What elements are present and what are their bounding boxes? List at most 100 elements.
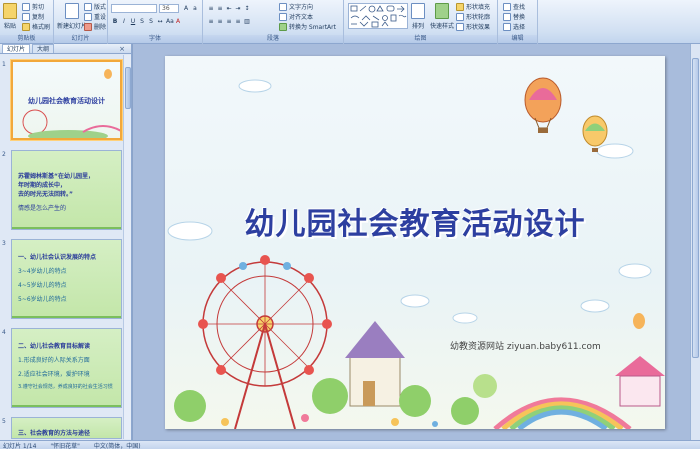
slide-number: 4 <box>2 329 6 336</box>
panel-tabs: 幻灯片 大纲 × <box>0 44 131 54</box>
thumbnail-line: 年时期的成长中， <box>18 182 67 189</box>
italic-icon[interactable]: I <box>120 17 128 25</box>
slide-title[interactable]: 幼儿园社会教育活动设计 <box>165 199 665 243</box>
hot-air-balloon-icon <box>524 77 608 152</box>
new-slide-button[interactable]: 新建幻灯片 <box>57 3 87 30</box>
slide-thumbnail-2[interactable]: 苏霍姆林斯基“在幼儿园里， 年时期的成长中， 去的时光无法回转。” 情感是怎么产… <box>11 150 122 230</box>
font-size-field[interactable]: 36 <box>159 4 179 13</box>
drawing-label: 绘图 <box>344 35 497 43</box>
editor-scroll-thumb[interactable] <box>692 58 699 358</box>
quick-styles-button[interactable]: 快速样式 <box>430 3 454 30</box>
format-painter-button[interactable]: 格式刷 <box>22 22 50 31</box>
slides-label: 幻灯片 <box>54 35 107 43</box>
strikethrough-icon[interactable]: S <box>138 17 146 25</box>
replace-button[interactable]: 替换 <box>503 12 525 21</box>
bullets-icon[interactable]: ≡ <box>207 4 215 12</box>
bold-icon[interactable]: B <box>111 17 119 25</box>
decrease-indent-icon[interactable]: ⇤ <box>225 4 233 12</box>
ribbon: 粘贴 剪切 复制 格式刷 剪贴板 新建幻灯片 版式 重设 删除 幻灯片 36 A… <box>0 0 700 44</box>
layout-button[interactable]: 版式 <box>84 2 106 11</box>
slide-thumbnail-3[interactable]: 一、幼儿社会认识发展的特点 3~4岁幼儿的特点 4~5岁幼儿的特点 5~6岁幼儿… <box>11 239 122 319</box>
effects-icon <box>456 22 464 31</box>
shadow-icon[interactable]: S <box>147 17 155 25</box>
quick-styles-icon <box>435 3 449 19</box>
shape-outline-button[interactable]: 形状轮廓 <box>456 12 490 21</box>
flower-icon <box>221 414 438 427</box>
align-right-icon[interactable]: ≡ <box>225 17 233 25</box>
spacing-icon[interactable]: ↔ <box>156 17 164 25</box>
thumbnail-line: 4~5岁幼儿的特点 <box>18 282 67 289</box>
tab-slides[interactable]: 幻灯片 <box>2 44 31 53</box>
shape-effects-button[interactable]: 形状效果 <box>456 22 490 31</box>
grow-font-icon[interactable]: A <box>182 4 190 12</box>
slide-number: 2 <box>2 151 6 158</box>
shrink-font-icon[interactable]: a <box>191 4 199 12</box>
reset-button[interactable]: 重设 <box>84 12 106 21</box>
align-text-button[interactable]: 对齐文本 <box>279 12 313 21</box>
theme-name: "怀旧花草" <box>50 442 80 449</box>
close-panel-icon[interactable]: × <box>119 45 125 53</box>
align-left-icon[interactable]: ≡ <box>207 17 215 25</box>
reset-icon <box>84 12 92 21</box>
list-row: ≡ ≡ ⇤ ⇥ ↕ <box>207 4 251 12</box>
thumbnail-band <box>12 316 121 318</box>
font-name-field[interactable] <box>111 4 157 13</box>
language-indicator[interactable]: 中文(简体，中国) <box>94 441 141 449</box>
select-button[interactable]: 选择 <box>503 22 525 31</box>
copy-button[interactable]: 复制 <box>22 12 44 21</box>
cursor-icon <box>503 22 511 31</box>
smartart-icon <box>279 22 287 31</box>
shape-fill-button[interactable]: 形状填充 <box>456 2 490 11</box>
editor-scrollbar[interactable] <box>690 44 700 440</box>
slide-thumbnail-5[interactable]: 三、社会教育的方法与途径 <box>11 417 122 439</box>
clipboard-group: 粘贴 剪切 复制 格式刷 剪贴板 <box>0 0 54 44</box>
font-color-icon[interactable]: A <box>174 17 182 25</box>
paste-icon <box>3 3 17 19</box>
find-button[interactable]: 查找 <box>503 2 525 11</box>
slide-thumbnail-1[interactable]: 幼儿园社会教育活动设计 <box>11 60 122 140</box>
pen-icon <box>456 12 464 21</box>
text-direction-button[interactable]: 文字方向 <box>279 2 313 11</box>
justify-icon[interactable]: ≡ <box>234 17 242 25</box>
paste-button[interactable]: 粘贴 <box>3 3 17 30</box>
columns-icon[interactable]: ▥ <box>243 17 251 25</box>
arrange-button[interactable]: 排列 <box>411 3 425 30</box>
layout-icon <box>84 2 92 11</box>
line-spacing-icon[interactable]: ↕ <box>243 4 251 12</box>
slide-counter: 幻灯片 1/14 <box>3 442 37 449</box>
thumbnail-line: 二、幼儿社会教育目标解读 <box>18 343 91 350</box>
slide-thumbnail-4[interactable]: 二、幼儿社会教育目标解读 1.形成良好的人际关系方面 2.适应社会环境，爱护环境… <box>11 328 122 408</box>
slide-number: 1 <box>2 61 6 68</box>
align-center-icon[interactable]: ≡ <box>216 17 224 25</box>
thumbnail-band <box>12 405 121 407</box>
thumbnail-line: 2.适应社会环境，爱护环境 <box>18 371 90 378</box>
underline-icon[interactable]: U <box>129 17 137 25</box>
smartart-button[interactable]: 转换为 SmartArt <box>279 22 336 31</box>
slide-number: 3 <box>2 240 6 247</box>
align-row: ≡ ≡ ≡ ≡ ▥ <box>207 17 251 25</box>
case-icon[interactable]: Aa <box>165 17 174 25</box>
fill-bucket-icon <box>456 2 464 11</box>
watermark-text: 幼教资源网站 ziyuan.baby611.com <box>450 342 601 352</box>
slide-canvas[interactable]: 幼儿园社会教育活动设计 幼教资源网站 ziyuan.baby611.com <box>165 56 665 429</box>
shapes-gallery-icon <box>350 5 407 28</box>
status-bar: 幻灯片 1/14 "怀旧花草" 中文(简体，中国) <box>0 440 700 449</box>
castle-icon <box>345 321 405 407</box>
tab-outline[interactable]: 大纲 <box>32 44 55 53</box>
shapes-gallery[interactable] <box>348 3 408 29</box>
thumbnail-line: 3.遵守社会规范，养成良好的社会生活习惯 <box>18 384 113 390</box>
brush-icon <box>22 22 30 31</box>
slides-panel: 幻灯片 大纲 × 1 幼儿园社会教育活动设计 2 苏霍姆林斯基“在幼儿园里， 年… <box>0 44 132 440</box>
thumbnail-line: 去的时光无法回转。” <box>18 191 73 198</box>
cut-button[interactable]: 剪切 <box>22 2 44 11</box>
slide-number: 5 <box>2 418 6 425</box>
panel-scrollbar[interactable] <box>123 55 131 439</box>
thumbnail-line: 情感是怎么产生的 <box>18 205 67 212</box>
delete-button[interactable]: 删除 <box>84 22 106 31</box>
increase-indent-icon[interactable]: ⇥ <box>234 4 242 12</box>
panel-scroll-thumb[interactable] <box>125 67 131 109</box>
clipboard-label: 剪贴板 <box>0 35 53 43</box>
thumbnail-band <box>12 227 121 229</box>
carousel-icon <box>615 356 665 407</box>
numbering-icon[interactable]: ≡ <box>216 4 224 12</box>
